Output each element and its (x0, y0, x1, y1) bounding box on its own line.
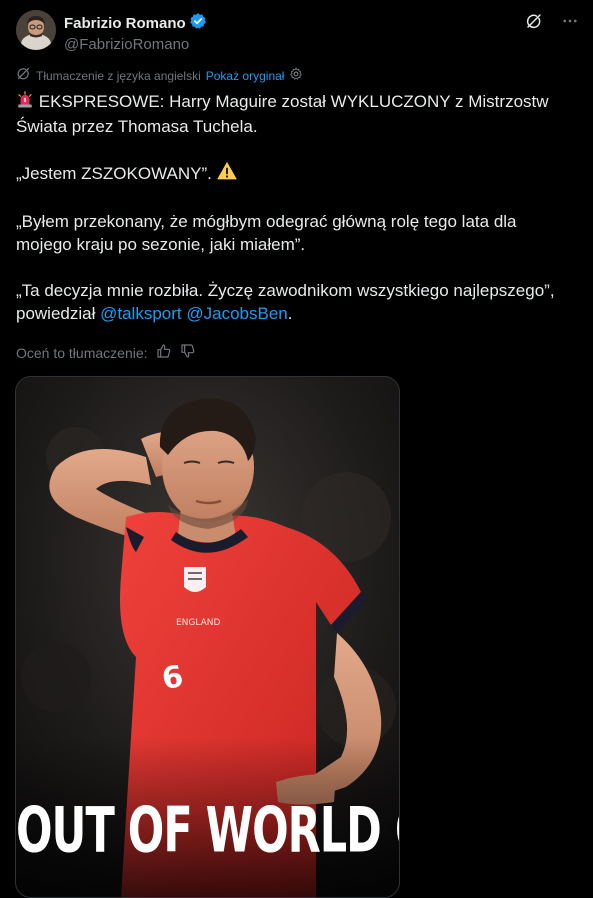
thumbs-up-icon[interactable] (156, 343, 172, 363)
tweet-line-2: „Jestem ZSZOKOWANY”. (16, 164, 212, 183)
tweet-paragraph-1: EKSPRESOWE: Harry Maguire został WYKLUCZ… (16, 90, 572, 138)
tweet-paragraph-3: „Byłem przekonany, że mógłbym odegrać gł… (16, 210, 572, 256)
media-caption: OUT OF WORLD CUP (16, 795, 399, 868)
show-original-link[interactable]: Pokaż oryginał (206, 68, 285, 84)
tweet-text: EKSPRESOWE: Harry Maguire został WYKLUCZ… (16, 90, 572, 325)
mention-talksport[interactable]: @talksport (100, 304, 182, 323)
translation-text: Tłumaczenie z języka angielski (36, 68, 201, 83)
tweet-line-1: EKSPRESOWE: Harry Maguire został WYKLUCZ… (16, 92, 549, 136)
settings-icon[interactable] (289, 67, 303, 85)
verified-badge-icon (189, 12, 207, 35)
tweet-paragraph-2: „Jestem ZSZOKOWANY”. (16, 161, 572, 187)
tweet-image[interactable]: ENGLAND 6 OUT OF WORLD CUP (15, 376, 400, 898)
author-block: Fabrizio Romano @FabrizioRomano (64, 12, 207, 55)
grok-icon[interactable] (525, 12, 543, 35)
display-name[interactable]: Fabrizio Romano (64, 15, 186, 33)
thumbs-down-icon[interactable] (180, 343, 196, 363)
header-actions (525, 12, 579, 35)
tweet-line-3: „Byłem przekonany, że mógłbym odegrać gł… (16, 212, 517, 254)
author-handle[interactable]: @FabrizioRomano (64, 35, 207, 55)
tweet-paragraph-4: „Ta decyzja mnie rozbiła. Życzę zawodnik… (16, 279, 572, 325)
tweet-header: Fabrizio Romano @FabrizioRomano (16, 10, 579, 54)
translation-notice: Tłumaczenie z języka angielski Pokaż ory… (16, 66, 303, 85)
rate-translation: Oceń to tłumaczenie: (16, 343, 196, 363)
mention-jacobsben[interactable]: @JacobsBen (186, 304, 287, 323)
tweet-line-4-end: . (287, 304, 293, 323)
rate-label: Oceń to tłumaczenie: (16, 345, 148, 361)
siren-emoji (16, 91, 34, 115)
svg-text:ENGLAND: ENGLAND (176, 618, 221, 628)
more-icon[interactable] (561, 12, 579, 35)
warning-emoji (216, 161, 237, 187)
avatar[interactable] (16, 10, 56, 50)
translate-icon (16, 66, 31, 85)
